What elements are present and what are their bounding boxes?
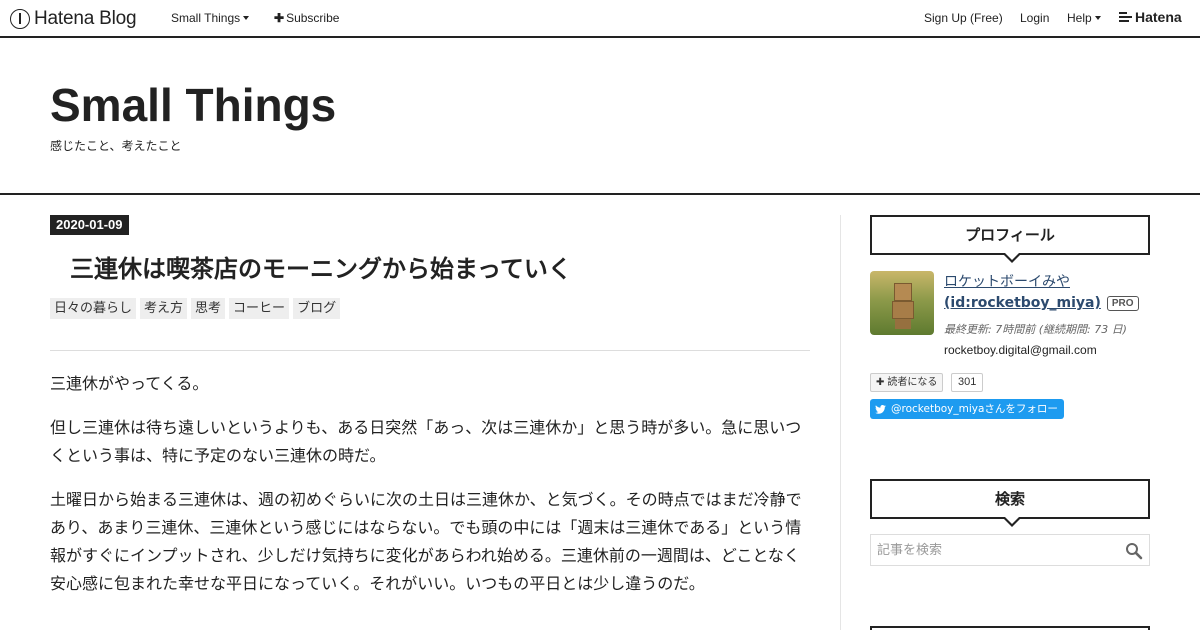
next-module-title xyxy=(870,626,1150,630)
plus-icon: ✚ xyxy=(274,11,285,25)
profile-module-title: プロフィール xyxy=(870,215,1150,263)
search-form xyxy=(870,534,1150,566)
heading-notch-inner xyxy=(1004,252,1020,260)
subscribe-reader-button[interactable]: ✚ 読者になる xyxy=(870,373,944,392)
pro-badge[interactable]: PRO xyxy=(1106,296,1139,311)
twitter-follow-label: @rocketboy_miyaさんをフォロー xyxy=(891,403,1058,415)
entry-paragraph: 三連休がやってくる。 xyxy=(50,374,209,393)
hatena-logo[interactable]: Hatena xyxy=(1119,9,1182,25)
column-divider xyxy=(840,215,841,630)
signup-link[interactable]: Sign Up (Free) xyxy=(924,11,1003,25)
search-module-title: 検索 xyxy=(870,479,1150,527)
subscribe-label: Subscribe xyxy=(286,11,340,25)
profile-name-link[interactable]: ロケットボーイみや xyxy=(944,272,1070,293)
category-tag[interactable]: 思考 xyxy=(191,298,226,319)
hatena-blog-logo[interactable]: Hatena Blog xyxy=(10,7,137,31)
plus-icon: ✚ xyxy=(876,377,885,388)
caret-down-icon xyxy=(1094,16,1101,20)
login-link[interactable]: Login xyxy=(1020,11,1049,25)
logo-text: Hatena Blog xyxy=(34,8,137,29)
search-icon[interactable] xyxy=(1125,542,1143,560)
global-header: Hatena Blog Small Things ✚ Subscribe Sign… xyxy=(0,0,1200,38)
search-input[interactable] xyxy=(871,535,1116,565)
blog-menu[interactable]: Small Things xyxy=(171,11,250,25)
hatena-logo-icon xyxy=(1119,11,1132,23)
entry-body: 三連休がやってくる。 但し三連休は待ち遠しいというよりも、ある日突然「あっ、次は… xyxy=(50,370,810,614)
reader-button-label: 読者になる xyxy=(887,377,938,388)
category-tag[interactable]: 日々の暮らし xyxy=(50,298,137,319)
category-tag[interactable]: コーヒー xyxy=(229,298,290,319)
profile-updated: 最終更新: 7時間前 (継続期間: 73 日) xyxy=(944,323,1127,336)
avatar[interactable] xyxy=(870,271,934,335)
category-tag[interactable]: 考え方 xyxy=(140,298,188,319)
blog-menu-label: Small Things xyxy=(171,11,241,25)
entry-date[interactable]: 2020-01-09 xyxy=(50,215,129,235)
help-menu[interactable]: Help xyxy=(1067,11,1101,25)
entry-paragraph: 土曜日から始まる三連休は、週の初めぐらいに次の土日は三連休か、と気づく。その時点… xyxy=(50,490,802,593)
profile-id-link[interactable]: (id:rocketboy_miya) xyxy=(944,293,1101,314)
blog-description: 感じたこと、考えたこと xyxy=(50,139,182,153)
blog-title[interactable]: Small Things xyxy=(50,78,336,132)
blog-header: Small Things 感じたこと、考えたこと xyxy=(0,38,1200,195)
profile-email: rocketboy.digital@gmail.com xyxy=(944,343,1097,357)
subscribe-button[interactable]: ✚ Subscribe xyxy=(274,11,339,25)
heading-notch-inner xyxy=(1004,516,1020,524)
entry-paragraph: 但し三連休は待ち遠しいというよりも、ある日突然「あっ、次は三連休か」と思う時が多… xyxy=(50,418,802,465)
hatena-blog-logo-icon xyxy=(10,9,30,29)
category-tag[interactable]: ブログ xyxy=(293,298,341,319)
twitter-follow-button[interactable]: @rocketboy_miyaさんをフォロー xyxy=(870,399,1064,419)
hatena-wordmark: Hatena xyxy=(1135,9,1182,25)
entry-categories: 日々の暮らし 考え方 思考 コーヒー ブログ xyxy=(50,298,341,319)
twitter-bird-icon xyxy=(875,404,886,414)
search-module-heading: 検索 xyxy=(994,490,1025,508)
reader-count[interactable]: 301 xyxy=(951,373,984,392)
profile-id-row: (id:rocketboy_miya) PRO xyxy=(944,293,1139,314)
profile-module-heading: プロフィール xyxy=(965,226,1055,244)
entry-divider xyxy=(50,350,810,351)
entry-title[interactable]: 三連休は喫茶店のモーニングから始まっていく xyxy=(70,249,572,284)
caret-down-icon xyxy=(243,16,250,20)
help-label: Help xyxy=(1067,11,1092,25)
